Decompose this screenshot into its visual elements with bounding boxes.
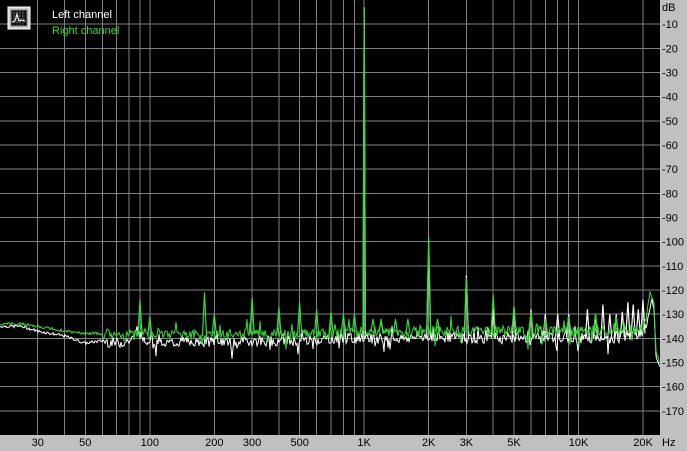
- y-tick-label: -70: [662, 164, 678, 176]
- y-tick-label: -90: [662, 213, 678, 225]
- legend-right-channel: Right channel: [52, 25, 119, 37]
- y-tick-label: -60: [662, 140, 678, 152]
- y-tick-label: -50: [662, 116, 678, 128]
- y-tick-label: -40: [662, 92, 678, 104]
- y-tick-label: -150: [662, 358, 684, 370]
- x-tick-label: 500: [290, 437, 308, 449]
- y-tick-label: -100: [662, 237, 684, 249]
- y-tick-label: -120: [662, 285, 684, 297]
- x-tick-label: 3K: [460, 437, 474, 449]
- y-tick-label: -160: [662, 382, 684, 394]
- y-axis-unit: dB: [662, 2, 675, 14]
- y-tick-label: -10: [662, 19, 678, 31]
- x-tick-label: 10K: [569, 437, 589, 449]
- grid-toggle-icon[interactable]: [7, 6, 31, 30]
- x-tick-label: 5K: [507, 437, 521, 449]
- y-tick-label: -170: [662, 406, 684, 418]
- y-tick-label: -130: [662, 309, 684, 321]
- x-tick-label: 300: [243, 437, 261, 449]
- y-tick-label: -20: [662, 43, 678, 55]
- x-tick-label: 30: [32, 437, 44, 449]
- x-tick-label: 100: [141, 437, 159, 449]
- x-tick-label: 1K: [357, 437, 371, 449]
- y-tick-label: -110: [662, 261, 683, 273]
- y-tick-label: -140: [662, 333, 684, 345]
- x-axis-unit: Hz: [662, 437, 675, 449]
- legend-left-channel: Left channel: [52, 9, 112, 21]
- x-tick-label: 50: [79, 437, 91, 449]
- y-tick-label: -80: [662, 188, 678, 200]
- x-tick-label: 2K: [422, 437, 436, 449]
- x-tick-label: 20K: [633, 437, 653, 449]
- spectrum-chart: -10 -20 -30 -40 -50 -60 -70 -80 -90 -100 -110 -120 -…: [0, 0, 687, 451]
- y-tick-label: -30: [662, 68, 678, 80]
- x-tick-label: 200: [205, 437, 223, 449]
